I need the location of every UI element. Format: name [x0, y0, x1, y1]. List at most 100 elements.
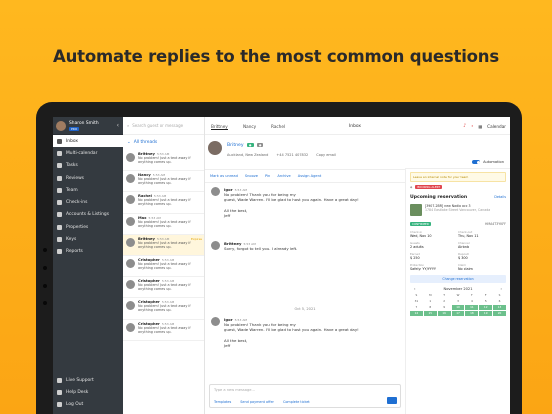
- thread-body: Cristopher 5:53 AM No problem! Just a text…: [138, 258, 201, 276]
- thread-item[interactable]: Nancy 5:53 AM No problem! Just a text away…: [123, 171, 204, 193]
- details-link[interactable]: Details: [494, 195, 506, 200]
- thread-item[interactable]: Brittney 5:53 AM No problem! Just a text a…: [123, 150, 204, 172]
- sidebar-item-live-support[interactable]: Live Support: [53, 374, 123, 386]
- calendar-day[interactable]: 14: [410, 311, 423, 316]
- calendar-day[interactable]: 19: [479, 311, 493, 316]
- mini-calendar: S M T W T F S 31 1 2 3 4 5 6 7 8 9 10 11 12 13 14 15 16 17 18 19 20: [410, 293, 506, 316]
- guest-phone[interactable]: +44 7521 407832: [276, 153, 308, 157]
- calendar-day[interactable]: 7: [410, 305, 423, 310]
- app-screen: Sharon Smith PRO ‹ Inbox Multi-calendar Ta…: [53, 117, 510, 414]
- guest-name[interactable]: Britney: [227, 143, 244, 148]
- plan-badge: PRO: [69, 126, 80, 131]
- calendar-day[interactable]: 17: [451, 311, 465, 316]
- calendar-day[interactable]: 5: [479, 299, 492, 304]
- internal-note[interactable]: Leave an internal note for your team: [410, 172, 506, 182]
- thread-preview: No problem! Just a text away if anything…: [138, 219, 191, 228]
- user-profile[interactable]: Sharon Smith PRO ‹: [53, 117, 123, 135]
- sidebar-item-inbox[interactable]: Inbox: [53, 135, 123, 148]
- calendar-day[interactable]: 8: [424, 305, 437, 310]
- thread-preview: No problem! Just a text away if anything…: [138, 198, 191, 207]
- calendar-day[interactable]: 18: [465, 311, 479, 316]
- sidebar-item-properties[interactable]: Properties: [53, 221, 123, 233]
- calendar-day[interactable]: 13: [493, 305, 506, 310]
- thread-item[interactable]: Cristopher 5:53 AM No problem! Just a text…: [123, 298, 204, 320]
- prev-month-icon[interactable]: ‹: [414, 287, 415, 291]
- thread-item[interactable]: Cristopher 5:53 AM No problem! Just a text…: [123, 256, 204, 278]
- automation-toggle[interactable]: [472, 160, 481, 164]
- sidebar-item-multi-calendar[interactable]: Multi-calendar: [53, 147, 123, 159]
- sidebar-item-keys[interactable]: Keys: [53, 233, 123, 245]
- calendar-day[interactable]: 4: [465, 299, 478, 304]
- bell-icon[interactable]: ♪: [463, 123, 466, 129]
- calendar-day[interactable]: 11: [465, 305, 479, 310]
- calendar-day[interactable]: 16: [437, 311, 451, 316]
- all-threads-filter[interactable]: ⌄ All threads: [123, 135, 204, 150]
- thread-item[interactable]: Rachel 5:53 AM No problem! Just a text awa…: [123, 192, 204, 214]
- next-month-icon[interactable]: ›: [501, 287, 502, 291]
- action-pin-button[interactable]: Pin: [265, 174, 270, 178]
- collapse-chevron-icon[interactable]: ‹: [117, 122, 119, 129]
- reservation-field: Earned $ 250: [410, 252, 458, 260]
- field-value: Airbnb: [458, 245, 470, 249]
- sidebar-item-team[interactable]: Team: [53, 184, 123, 196]
- tab-guest[interactable]: Rachel: [271, 124, 285, 129]
- sidebar-item-check-ins[interactable]: Check-ins: [53, 196, 123, 208]
- sidebar-item-help-desk[interactable]: Help Desk: [53, 386, 123, 398]
- reservation-panel: Leave an internal note for your team ◆ B…: [405, 169, 510, 414]
- thread-preview: No problem! Just a text away if anything…: [138, 156, 191, 164]
- tab-guest[interactable]: Brittney: [211, 124, 228, 130]
- action-archive-button[interactable]: Archive: [277, 174, 290, 178]
- reservation-field: Check-out Thu, Nov 11: [458, 230, 506, 238]
- action-mark-as-unread-button[interactable]: Mark as unread: [210, 174, 238, 178]
- reservation-field: Channel Airbnb: [458, 241, 506, 249]
- copy-email-link[interactable]: Copy email: [316, 153, 336, 157]
- change-reservation-button[interactable]: Change reservation: [410, 275, 506, 283]
- sidebar-item-log-out[interactable]: Log Out: [53, 399, 123, 411]
- thread-item[interactable]: Brittney 5:53 AM No problem! Just a text a…: [123, 234, 204, 256]
- thread-item[interactable]: Max 5:53 AM No problem! Just a text away i…: [123, 214, 204, 235]
- sidebar-item-reports[interactable]: Reports: [53, 246, 123, 258]
- nav-icon: [57, 163, 62, 169]
- tab-guest[interactable]: Nancy: [243, 124, 256, 129]
- calendar-day[interactable]: 6: [493, 299, 506, 304]
- date-separator: Oct 5, 2021: [294, 307, 316, 311]
- calendar-day[interactable]: 2: [438, 299, 451, 304]
- send-button[interactable]: [387, 397, 397, 404]
- nav-icon: [57, 200, 62, 206]
- calendar-day[interactable]: 31: [410, 299, 423, 304]
- action-assign-agent-button[interactable]: Assign Agent: [298, 174, 322, 178]
- send-payment-offer-button[interactable]: Send payment offer: [240, 400, 274, 404]
- calendar-day[interactable]: 20: [493, 311, 506, 316]
- action-snooze-button[interactable]: Snooze: [245, 174, 258, 178]
- booking-alert-tag[interactable]: BOOKING ALERT: [415, 185, 443, 189]
- nav-icon: [57, 212, 62, 218]
- guest-header: Britney ● ● Auckland, New Zealand +44 75…: [205, 135, 405, 170]
- calendar-day[interactable]: 12: [479, 305, 493, 310]
- calendar-icon[interactable]: ▦: [478, 124, 482, 129]
- topbar: Brittney Nancy Rachel Inbox ♪ 3 ▦ Calend…: [205, 117, 510, 135]
- message-composer[interactable]: Type a new message... Templates Send pay…: [209, 384, 401, 408]
- thread-item[interactable]: Cristopher 5:53 AM No problem! Just a text…: [123, 320, 204, 341]
- sidebar-item-reviews[interactable]: Reviews: [53, 172, 123, 184]
- weekday-label: S: [415, 293, 418, 297]
- thread-time: 5:53 AM: [161, 321, 175, 326]
- templates-button[interactable]: Templates: [214, 400, 231, 404]
- thread-item[interactable]: Cristopher 5:53 AM No problem! Just a text…: [123, 277, 204, 299]
- sidebar-item-tasks[interactable]: Tasks: [53, 160, 123, 172]
- calendar-day[interactable]: 15: [423, 311, 437, 316]
- calendar-day[interactable]: 3: [452, 299, 465, 304]
- avatar: [126, 195, 135, 205]
- avatar: [126, 322, 135, 332]
- calendar-day[interactable]: 1: [424, 299, 437, 304]
- calendar-day[interactable]: 10: [451, 305, 465, 310]
- notification-count: 3: [471, 124, 474, 128]
- thread-body: Cristopher 5:53 AM No problem! Just a text…: [138, 300, 201, 318]
- guest-location: Auckland, New Zealand: [227, 153, 269, 157]
- avatar: [126, 153, 135, 162]
- search-input[interactable]: ⌕ Search guest or message: [123, 117, 204, 135]
- message: Brittney 5:53 AM Sorry, forgot to tell yo…: [211, 241, 297, 251]
- calendar-day[interactable]: 9: [438, 305, 451, 310]
- calendar-link[interactable]: Calendar: [487, 124, 506, 129]
- complete-ticket-button[interactable]: Complete ticket: [283, 400, 310, 404]
- sidebar-item-accounts-listings[interactable]: Accounts & Listings: [53, 209, 123, 221]
